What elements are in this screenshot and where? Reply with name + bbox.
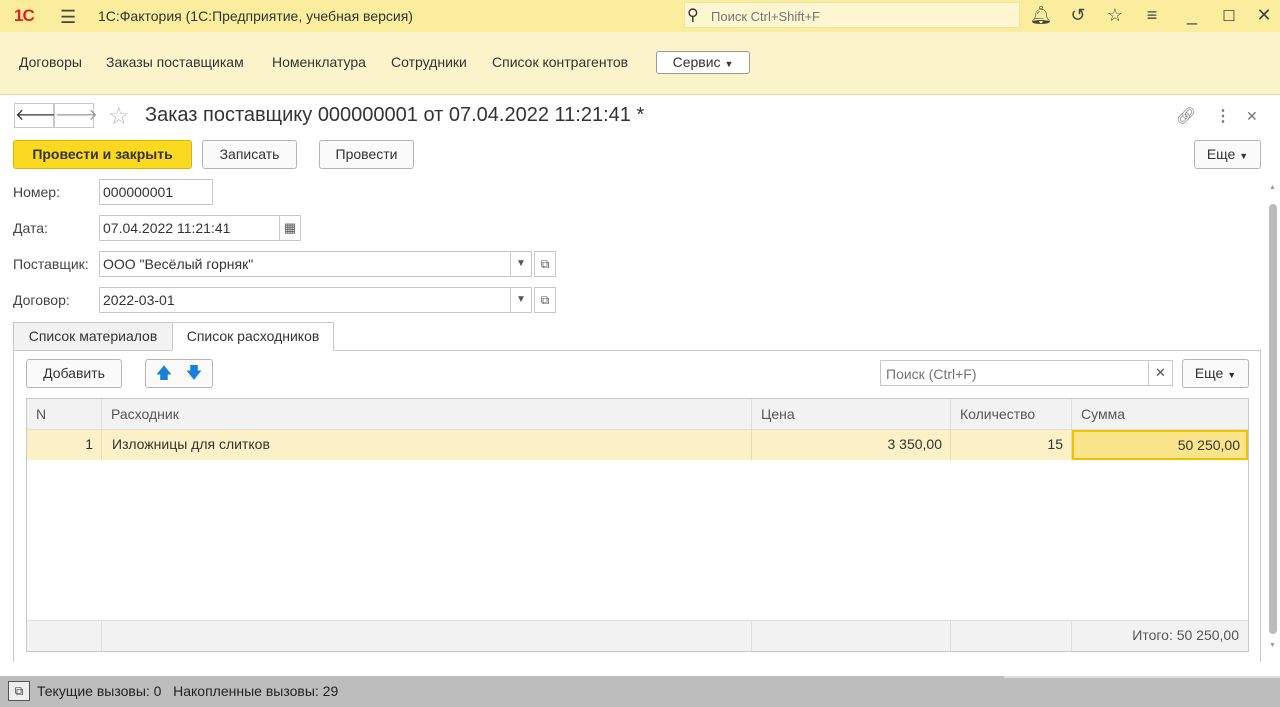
- functions-menu-icon[interactable]: ≡: [1140, 5, 1164, 26]
- app-logo: 1С: [14, 6, 35, 25]
- number-label: Номер:: [13, 184, 60, 200]
- close-window-icon[interactable]: ✕: [1252, 5, 1276, 26]
- page-title: Заказ поставщику 000000001 от 07.04.2022…: [145, 104, 645, 126]
- cell-item[interactable]: Изложницы для слитков: [102, 430, 752, 460]
- close-form-icon[interactable]: ✕: [1246, 108, 1258, 125]
- tab-consumables[interactable]: Список расходников: [172, 322, 334, 351]
- column-header-price[interactable]: Цена: [752, 399, 951, 430]
- column-header-item[interactable]: Расходник: [102, 399, 752, 430]
- global-search-input[interactable]: [709, 6, 1013, 26]
- column-header-qty[interactable]: Количество: [951, 399, 1072, 430]
- add-button[interactable]: Добавить: [26, 359, 122, 388]
- service-menu-button[interactable]: Сервис ▼: [656, 51, 750, 74]
- tab-materials[interactable]: Список материалов: [13, 322, 173, 351]
- open-icon: ⧉: [540, 257, 550, 271]
- cell-price[interactable]: 3 350,00: [752, 430, 951, 460]
- maximize-icon[interactable]: ☐: [1217, 7, 1241, 25]
- search-icon: ⚲: [687, 7, 699, 24]
- more-actions-icon[interactable]: ⋮: [1215, 106, 1231, 126]
- scrollbar-thumb[interactable]: [1269, 204, 1277, 634]
- chevron-down-icon: ▼: [724, 59, 734, 69]
- calendar-icon: ▦: [283, 220, 297, 235]
- column-header-n[interactable]: N: [27, 399, 102, 430]
- move-buttons: 🡅 🡇: [145, 359, 213, 388]
- move-up-icon[interactable]: 🡅: [149, 360, 179, 387]
- cell-qty[interactable]: 15: [951, 430, 1072, 460]
- consumables-table[interactable]: N Расходник Цена Количество Сумма 1 Изло…: [26, 398, 1249, 652]
- status-text: Текущие вызовы: 0 Накопленные вызовы: 29: [37, 683, 339, 699]
- cell-sum[interactable]: 50 250,00: [1072, 430, 1248, 460]
- table-search-input[interactable]: [884, 364, 1146, 384]
- post-and-close-button[interactable]: Провести и закрыть: [13, 140, 192, 169]
- favorite-star-icon[interactable]: ☆: [108, 102, 130, 131]
- post-button[interactable]: Провести: [319, 140, 414, 169]
- app-title: 1С:Фактория (1С:Предприятие, учебная вер…: [98, 8, 413, 24]
- footer-cell: [951, 620, 1072, 651]
- column-header-sum[interactable]: Сумма: [1072, 399, 1248, 430]
- table-more-button[interactable]: Еще ▼: [1182, 359, 1249, 388]
- status-bar: ⧉ Текущие вызовы: 0 Накопленные вызовы: …: [0, 676, 1280, 707]
- calendar-button[interactable]: ▦: [279, 215, 301, 241]
- move-down-icon[interactable]: 🡇: [179, 360, 209, 387]
- contract-open-button[interactable]: ⧉: [534, 287, 556, 313]
- section-nomenclature[interactable]: Номенклатура: [272, 54, 366, 70]
- forward-button[interactable]: 🡒: [54, 103, 98, 128]
- supplier-label: Поставщик:: [13, 256, 89, 272]
- date-field[interactable]: 07.04.2022 11:21:41: [99, 215, 280, 241]
- contract-field[interactable]: 2022-03-01: [99, 287, 511, 313]
- scroll-down-icon[interactable]: ▼: [1269, 642, 1276, 649]
- contract-dropdown-button[interactable]: ▼: [510, 287, 532, 313]
- section-employees[interactable]: Сотрудники: [391, 54, 467, 70]
- link-icon[interactable]: 🔗︎: [1176, 106, 1196, 126]
- table-search-field[interactable]: [880, 360, 1149, 386]
- section-counterparties[interactable]: Список контрагентов: [492, 54, 628, 70]
- global-search[interactable]: ⚲: [684, 2, 1020, 28]
- clear-icon: ✕: [1155, 365, 1166, 380]
- total-sum: Итого: 50 250,00: [1072, 620, 1248, 651]
- sections-panel: Договоры Заказы поставщикам Номенклатура…: [0, 32, 1280, 95]
- number-value: 000000001: [103, 184, 174, 200]
- minimize-icon[interactable]: _: [1180, 5, 1204, 26]
- history-icon[interactable]: ↺: [1066, 5, 1090, 26]
- chevron-down-icon: ▼: [1227, 370, 1237, 380]
- open-icon: ⧉: [540, 293, 550, 307]
- scroll-up-icon[interactable]: ▲: [1269, 184, 1276, 191]
- contract-label: Договор:: [13, 292, 70, 308]
- chevron-down-icon: ▼: [516, 258, 526, 269]
- supplier-dropdown-button[interactable]: ▼: [510, 251, 532, 277]
- footer-cell: [27, 620, 102, 651]
- chevron-down-icon: ▼: [516, 294, 526, 305]
- clear-search-button[interactable]: ✕: [1148, 360, 1173, 386]
- title-bar: 1С ☰ 1С:Фактория (1С:Предприятие, учебна…: [0, 0, 1280, 32]
- windows-icon[interactable]: ⧉: [8, 681, 30, 701]
- number-field[interactable]: 000000001: [99, 179, 213, 205]
- section-contracts[interactable]: Договоры: [19, 54, 82, 70]
- contract-value: 2022-03-01: [103, 292, 175, 308]
- table-more-label: Еще: [1194, 365, 1224, 381]
- arrow-left-icon: 🡐: [15, 107, 58, 124]
- arrow-right-icon: 🡒: [55, 107, 98, 124]
- bell-icon[interactable]: 🔔︎: [1029, 5, 1053, 26]
- more-label: Еще: [1206, 146, 1236, 162]
- date-label: Дата:: [13, 220, 48, 236]
- more-button[interactable]: Еще ▼: [1194, 140, 1261, 169]
- footer-cell: [752, 620, 951, 651]
- chevron-down-icon: ▼: [1239, 151, 1249, 161]
- supplier-field[interactable]: ООО "Весёлый горняк": [99, 251, 511, 277]
- section-supplier-orders[interactable]: Заказы поставщикам: [106, 54, 244, 70]
- table-row[interactable]: 1 Изложницы для слитков 3 350,00 15 50 2…: [27, 430, 1248, 460]
- supplier-open-button[interactable]: ⧉: [534, 251, 556, 277]
- cell-n[interactable]: 1: [27, 430, 102, 460]
- supplier-value: ООО "Весёлый горняк": [103, 256, 254, 272]
- save-button[interactable]: Записать: [202, 140, 297, 169]
- back-button[interactable]: 🡐: [14, 103, 58, 128]
- service-label: Сервис: [672, 54, 721, 70]
- date-value: 07.04.2022 11:21:41: [103, 220, 231, 236]
- footer-cell: [102, 620, 752, 651]
- favorites-icon[interactable]: ☆: [1103, 5, 1127, 26]
- main-menu-icon[interactable]: ☰: [60, 7, 76, 28]
